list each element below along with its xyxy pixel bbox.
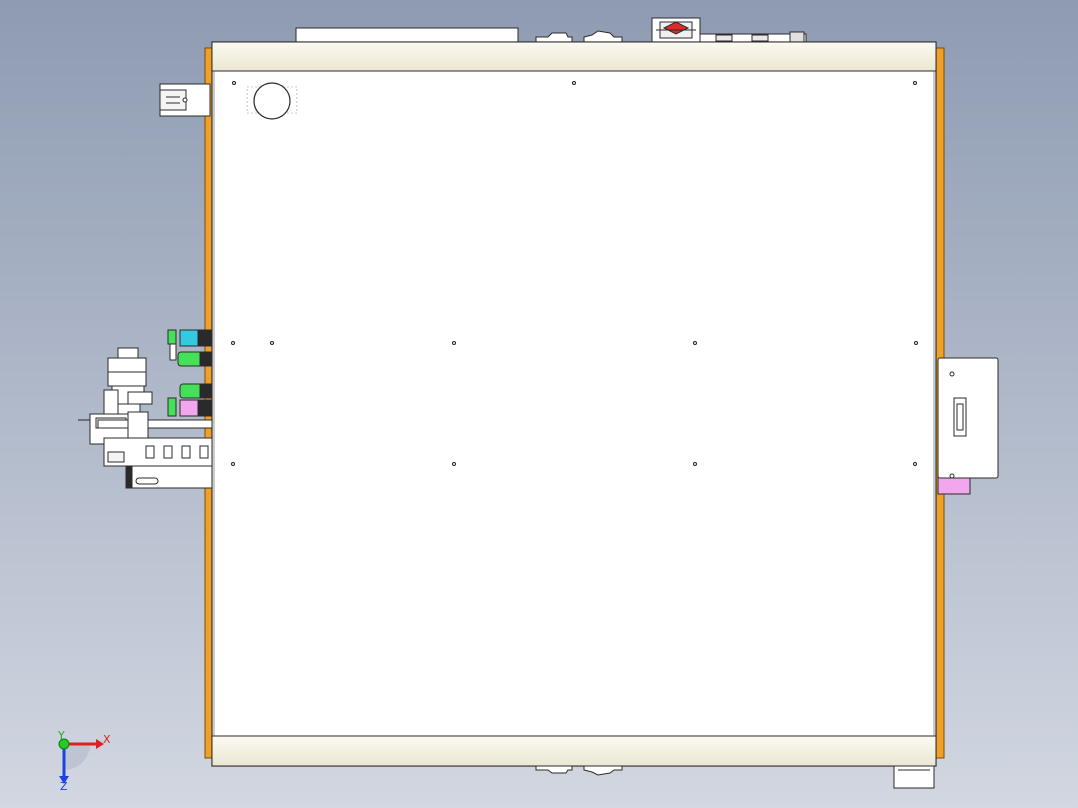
axis-y-label: Y: [57, 729, 65, 742]
axis-x-label: X: [103, 733, 111, 746]
axis-z-label: Z: [60, 780, 68, 793]
cad-drawing: X Y Z: [0, 0, 1078, 808]
bottom-rail: [211, 735, 937, 767]
top-cover-plate: [295, 27, 519, 43]
lower-mount-plate: [125, 465, 213, 489]
cad-viewport[interactable]: X Y Z: [0, 0, 1078, 808]
green-stem: [167, 397, 177, 417]
right-mount-plate: [937, 357, 999, 479]
top-slide-end: [789, 31, 805, 43]
main-panel[interactable]: [211, 41, 937, 767]
bottom-foot-block: [893, 765, 935, 789]
top-slide-knob-b: [751, 34, 769, 42]
green-block-small: [167, 329, 177, 345]
linear-module-rail: [97, 419, 213, 429]
right-side-bracket[interactable]: [937, 357, 999, 495]
top-slide-knob-a: [715, 34, 733, 42]
top-rail: [211, 41, 937, 72]
upper-left-bracket[interactable]: [159, 83, 211, 117]
